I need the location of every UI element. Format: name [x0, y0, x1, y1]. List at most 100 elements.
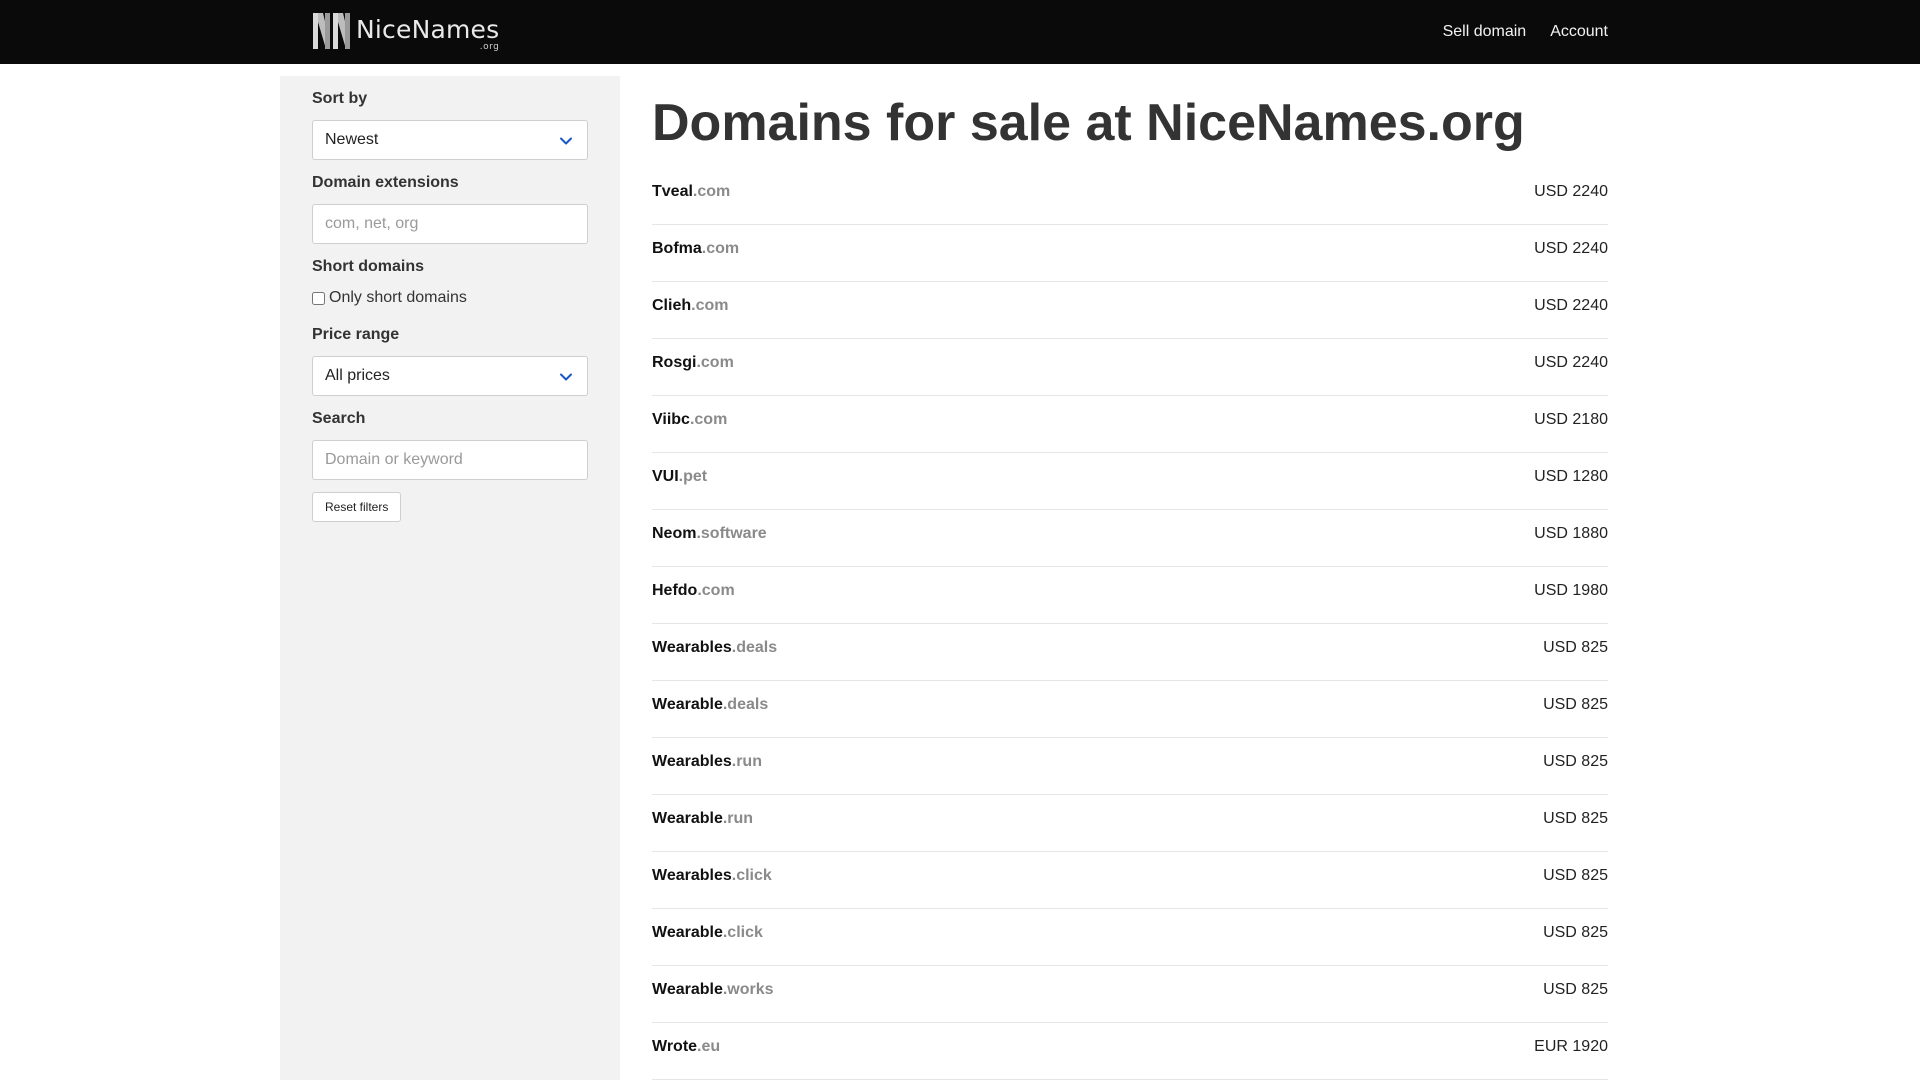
domain-base: Wrote — [652, 1038, 698, 1055]
domain-name-link[interactable]: Wearable.works — [652, 981, 774, 999]
domain-extension: .deals — [722, 696, 769, 713]
domain-row[interactable]: Wearable.run USD 825 — [652, 795, 1608, 852]
short-domains-checkbox[interactable] — [312, 291, 325, 305]
short-domains-checkbox-label: Only short domains — [329, 289, 467, 306]
site-logo[interactable]: NiceNames .org — [312, 12, 499, 52]
domain-row[interactable]: Wrote.eu EUR 1920 — [652, 1023, 1608, 1080]
domain-price: USD 825 — [1543, 810, 1608, 827]
price-range-label: Price range — [312, 326, 400, 343]
domain-price: USD 825 — [1543, 924, 1608, 941]
price-range-select[interactable]: All prices — [312, 356, 588, 396]
domain-extension: .pet — [678, 468, 708, 485]
domain-base: Wearables — [652, 639, 732, 656]
domain-price: USD 2240 — [1534, 297, 1608, 314]
domain-extension: .com — [696, 354, 734, 371]
domain-extension: .com — [692, 183, 731, 200]
domain-extension: .com — [689, 411, 728, 428]
domain-price: USD 825 — [1543, 639, 1608, 656]
sort-by-value: Newest — [325, 131, 379, 148]
short-domains-label: Short domains — [312, 258, 425, 275]
domain-name-link[interactable]: Neom.software — [652, 525, 767, 543]
domain-name-link[interactable]: Bofma.com — [652, 240, 739, 258]
logo-tld: .org — [479, 42, 500, 52]
domain-list: Tveal.com USD 2240 Bofma.com USD 2240 Clieh.… — [652, 168, 1608, 1080]
domain-base: Hefdo — [652, 582, 698, 599]
domain-name-link[interactable]: VUI.pet — [652, 468, 707, 486]
domain-name-link[interactable]: Wearable.run — [652, 810, 753, 828]
domain-base: Neom — [652, 525, 697, 542]
domain-name-link[interactable]: Wrote.eu — [652, 1038, 720, 1056]
domain-row[interactable]: Wearable.click USD 825 — [652, 909, 1608, 966]
domain-name-link[interactable]: Clieh.com — [652, 297, 728, 315]
domain-base: Wearables — [652, 867, 732, 884]
domain-price: USD 1280 — [1534, 468, 1608, 485]
domain-extension: .run — [722, 810, 754, 827]
chevron-down-icon — [560, 137, 572, 145]
domain-base: Wearable — [652, 924, 723, 941]
domain-base: Wearables — [652, 753, 732, 770]
domain-row[interactable]: Wearables.click USD 825 — [652, 852, 1608, 909]
top-nav: Sell domain Account — [1443, 0, 1608, 64]
domain-extensions-input[interactable] — [312, 204, 588, 244]
domain-row[interactable]: Rosgi.com USD 2240 — [652, 339, 1608, 396]
domain-base: Wearable — [652, 696, 723, 713]
domain-row[interactable]: Clieh.com USD 2240 — [652, 282, 1608, 339]
domain-extension: .com — [697, 582, 735, 599]
domain-price: USD 2240 — [1534, 354, 1608, 371]
domain-row[interactable]: Tveal.com USD 2240 — [652, 168, 1608, 225]
domain-row[interactable]: Wearable.works USD 825 — [652, 966, 1608, 1023]
domain-row[interactable]: Wearables.run USD 825 — [652, 738, 1608, 795]
domain-extension: .run — [731, 753, 762, 770]
search-label: Search — [312, 410, 366, 427]
domain-row[interactable]: VUI.pet USD 1280 — [652, 453, 1608, 510]
domain-name-link[interactable]: Wearables.deals — [652, 639, 777, 657]
domain-name-link[interactable]: Rosgi.com — [652, 354, 734, 372]
domain-row[interactable]: Neom.software USD 1880 — [652, 510, 1608, 567]
domain-base: Rosgi — [652, 354, 697, 371]
domain-base: VUI — [652, 468, 679, 485]
domain-extension: .com — [691, 297, 729, 314]
sell-domain-link[interactable]: Sell domain — [1443, 23, 1527, 41]
chevron-down-icon — [560, 373, 572, 381]
domain-row[interactable]: Viibc.com USD 2180 — [652, 396, 1608, 453]
domain-price: USD 2240 — [1534, 240, 1608, 257]
domain-base: Bofma — [652, 240, 702, 257]
domain-base: Tveal — [652, 183, 693, 200]
short-domains-option[interactable]: Only short domains — [312, 289, 467, 307]
top-navbar: NiceNames .org Sell domain Account — [0, 0, 1920, 64]
price-range-value: All prices — [325, 367, 390, 384]
domain-extension: .click — [731, 867, 772, 884]
domain-price: USD 825 — [1543, 981, 1608, 998]
domain-name-link[interactable]: Wearables.run — [652, 753, 762, 771]
domain-row[interactable]: Bofma.com USD 2240 — [652, 225, 1608, 282]
domain-name-link[interactable]: Wearable.deals — [652, 696, 768, 714]
domain-base: Viibc — [652, 411, 690, 428]
domain-price: USD 1880 — [1534, 525, 1608, 542]
domain-base: Wearable — [652, 810, 723, 827]
reset-filters-button[interactable]: Reset filters — [312, 492, 402, 522]
domain-name-link[interactable]: Viibc.com — [652, 411, 727, 429]
domain-extension: .software — [696, 525, 767, 542]
domain-price: USD 825 — [1543, 696, 1608, 713]
domain-extensions-label: Domain extensions — [312, 174, 459, 191]
domain-extension: .eu — [697, 1038, 721, 1055]
search-input[interactable] — [312, 440, 588, 480]
domain-extension: .deals — [731, 639, 778, 656]
domain-name-link[interactable]: Tveal.com — [652, 183, 730, 201]
domain-price: USD 825 — [1543, 753, 1608, 770]
domain-name-link[interactable]: Wearable.click — [652, 924, 763, 942]
nn-monogram-icon — [313, 13, 350, 49]
domain-base: Wearable — [652, 981, 723, 998]
sort-by-select[interactable]: Newest — [312, 120, 588, 160]
logo-wordmark: NiceNames .org — [356, 15, 500, 53]
domain-name-link[interactable]: Hefdo.com — [652, 582, 735, 600]
domain-row[interactable]: Wearable.deals USD 825 — [652, 681, 1608, 738]
domain-row[interactable]: Hefdo.com USD 1980 — [652, 567, 1608, 624]
domain-row[interactable]: Wearables.deals USD 825 — [652, 624, 1608, 681]
domain-name-link[interactable]: Wearables.click — [652, 867, 772, 885]
logo-name: NiceNames — [356, 15, 500, 44]
domain-base: Clieh — [652, 297, 692, 314]
domain-price: USD 1980 — [1534, 582, 1608, 599]
account-link[interactable]: Account — [1550, 23, 1608, 41]
domain-price: EUR 1920 — [1534, 1038, 1608, 1055]
